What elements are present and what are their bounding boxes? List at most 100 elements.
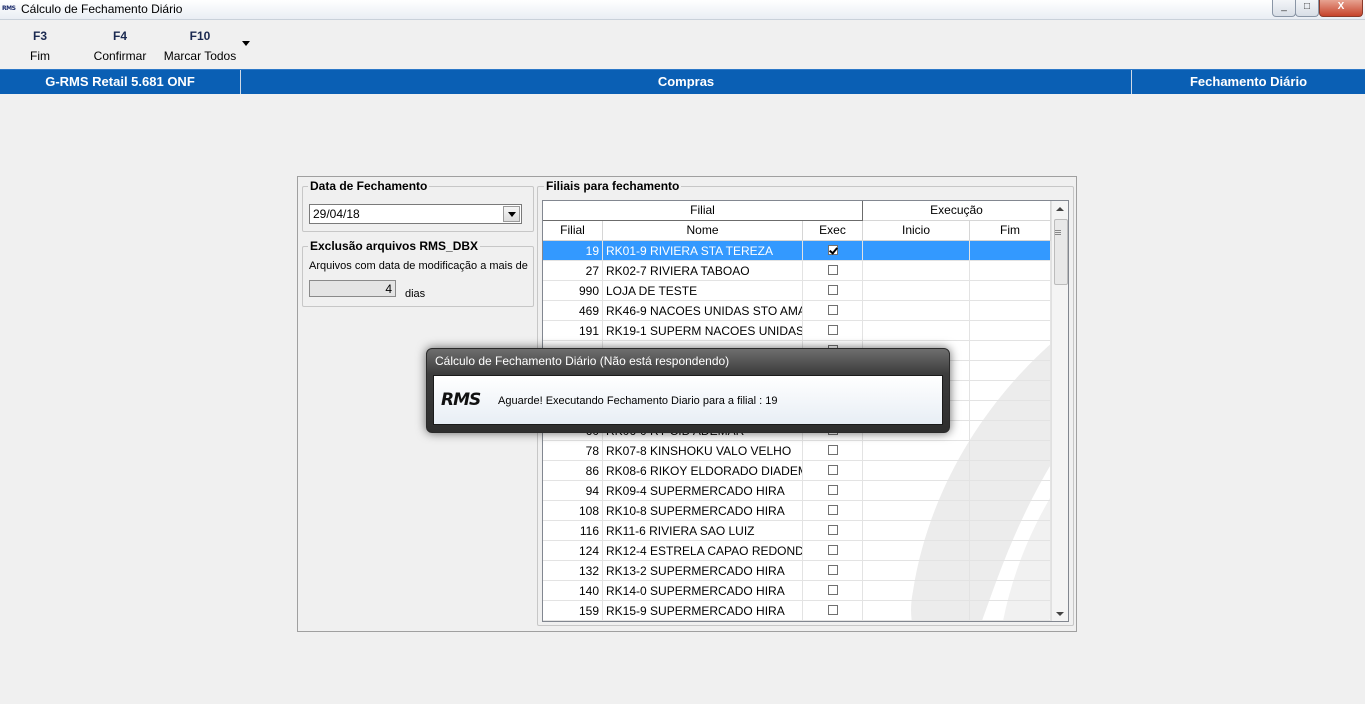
column-header-nome[interactable]: Nome [603,221,803,241]
fim-cell [970,481,1051,501]
confirmar-label: Confirmar [93,49,147,63]
exec-checkbox[interactable] [828,285,838,295]
nome-cell: RK07-8 KINSHOKU VALO VELHO [603,441,803,461]
exec-checkbox[interactable] [828,465,838,475]
inicio-cell [863,521,970,541]
screen-name: Fechamento Diário [1189,74,1308,89]
toolbar-dropdown-icon[interactable] [242,41,250,46]
table-row[interactable]: 159 RK15-9 SUPERMERCADO HIRA [543,601,1051,621]
exec-cell [803,601,863,621]
fim-cell [970,541,1051,561]
table-row[interactable]: 124 RK12-4 ESTRELA CAPAO REDONDO [543,541,1051,561]
table-row[interactable]: 990 LOJA DE TESTE [543,281,1051,301]
exec-checkbox[interactable] [828,265,838,275]
inicio-cell [863,561,970,581]
column-header-inicio[interactable]: Inicio [863,221,970,241]
minimize-button[interactable]: _ [1272,0,1296,17]
table-row[interactable]: 116 RK11-6 RIVIERA SAO LUIZ [543,521,1051,541]
inicio-cell [863,461,970,481]
filial-cell: 990 [543,281,603,301]
inicio-cell [863,261,970,281]
data-fechamento-title: Data de Fechamento [308,179,430,193]
exec-checkbox[interactable] [828,545,838,555]
exec-checkbox[interactable] [828,505,838,515]
column-header-fim[interactable]: Fim [970,221,1051,241]
nome-cell: RK12-4 ESTRELA CAPAO REDONDO [603,541,803,561]
column-header-exec[interactable]: Exec [803,221,863,241]
filiais-title: Filiais para fechamento [544,179,682,193]
exec-cell [803,241,863,261]
fim-cell [970,281,1051,301]
exec-cell [803,561,863,581]
data-fechamento-select[interactable]: 29/04/18 [309,204,522,224]
window-titlebar: RMS Cálculo de Fechamento Diário _ □ X [0,0,1365,20]
exec-checkbox[interactable] [828,245,838,255]
exec-checkbox[interactable] [828,605,838,615]
fim-button[interactable]: F3 Fim [22,29,58,63]
fim-cell [970,441,1051,461]
column-header-filial[interactable]: Filial [543,221,603,241]
close-button[interactable]: X [1319,0,1363,17]
dias-input[interactable]: 4 [309,280,396,297]
exclusao-text: Arquivos com data de modificação a mais … [309,260,528,272]
filial-cell: 86 [543,461,603,481]
exec-checkbox[interactable] [828,325,838,335]
fim-cell [970,321,1051,341]
exec-checkbox[interactable] [828,305,838,315]
nome-cell: RK13-2 SUPERMERCADO HIRA [603,561,803,581]
exec-cell [803,281,863,301]
table-row[interactable]: 78 RK07-8 KINSHOKU VALO VELHO [543,441,1051,461]
fim-cell [970,461,1051,481]
vertical-scrollbar[interactable] [1051,201,1068,621]
filial-cell: 191 [543,321,603,341]
dias-label: dias [405,288,426,300]
fim-cell [970,341,1051,361]
table-row[interactable]: 27 RK02-7 RIVIERA TABOAO [543,261,1051,281]
table-row[interactable]: 19 RK01-9 RIVIERA STA TEREZA [543,241,1051,261]
chevron-down-icon[interactable] [503,206,520,222]
table-row[interactable]: 469 RK46-9 NACOES UNIDAS STO AMARO [543,301,1051,321]
fim-cell [970,581,1051,601]
module-name: Compras [657,74,715,89]
table-row[interactable]: 140 RK14-0 SUPERMERCADO HIRA [543,581,1051,601]
exec-checkbox[interactable] [828,445,838,455]
marcar-todos-button[interactable]: F10 Marcar Todos [160,29,240,63]
exec-checkbox[interactable] [828,525,838,535]
fim-cell [970,521,1051,541]
filial-cell: 159 [543,601,603,621]
inicio-cell [863,321,970,341]
table-row[interactable]: 94 RK09-4 SUPERMERCADO HIRA [543,481,1051,501]
nome-cell: RK19-1 SUPERM NACOES UNIDAS [603,321,803,341]
inicio-cell [863,301,970,321]
exec-cell [803,321,863,341]
nome-cell: RK14-0 SUPERMERCADO HIRA [603,581,803,601]
exec-checkbox[interactable] [828,565,838,575]
progress-dialog: Cálculo de Fechamento Diário (Não está r… [426,348,950,433]
nome-cell: RK15-9 SUPERMERCADO HIRA [603,601,803,621]
exec-cell [803,441,863,461]
table-row[interactable]: 191 RK19-1 SUPERM NACOES UNIDAS [543,321,1051,341]
table-row[interactable]: 132 RK13-2 SUPERMERCADO HIRA [543,561,1051,581]
table-row[interactable]: 108 RK10-8 SUPERMERCADO HIRA [543,501,1051,521]
scroll-down-icon[interactable] [1056,612,1064,616]
filial-cell: 132 [543,561,603,581]
table-row[interactable]: 86 RK08-6 RIKOY ELDORADO DIADEMA [543,461,1051,481]
filial-cell: 124 [543,541,603,561]
filial-cell: 78 [543,441,603,461]
exec-cell [803,261,863,281]
dialog-title: Cálculo de Fechamento Diário (Não está r… [435,354,730,368]
nome-cell: RK11-6 RIVIERA SAO LUIZ [603,521,803,541]
exec-cell [803,301,863,321]
filial-group-header: Filial [543,201,863,221]
window-title: Cálculo de Fechamento Diário [21,2,183,16]
nome-cell: RK08-6 RIKOY ELDORADO DIADEMA [603,461,803,481]
exec-cell [803,501,863,521]
confirmar-button[interactable]: F4 Confirmar [89,29,151,63]
maximize-button[interactable]: □ [1295,0,1319,17]
filial-cell: 469 [543,301,603,321]
scroll-thumb[interactable] [1054,219,1068,285]
fim-cell [970,261,1051,281]
scroll-up-icon[interactable] [1056,207,1064,211]
exec-checkbox[interactable] [828,585,838,595]
exec-checkbox[interactable] [828,485,838,495]
